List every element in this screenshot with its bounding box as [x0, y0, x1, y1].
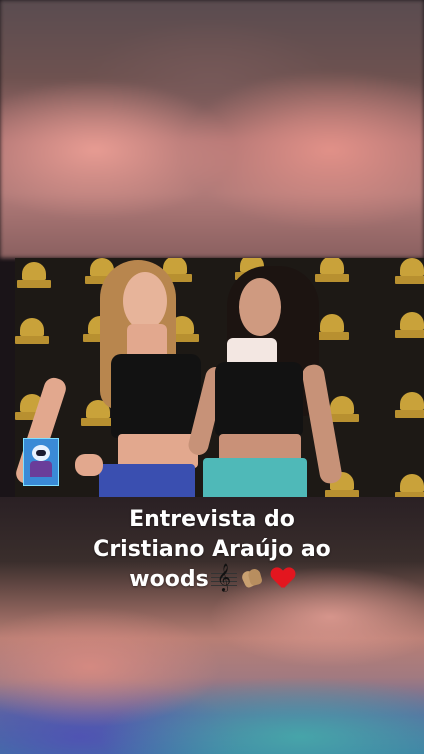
- video-frame[interactable]: [15, 258, 424, 497]
- caption-line-3: woods 𝄞: [0, 565, 424, 595]
- red-heart-icon: [271, 567, 295, 589]
- person-right: [15, 258, 424, 497]
- caption-line-3-text: woods: [129, 567, 209, 592]
- caption-line-2: Cristiano Araújo ao: [93, 537, 331, 562]
- clapping-hands-icon: [239, 567, 263, 589]
- story-viewer[interactable]: Entrevista do Cristiano Araújo ao woods 𝄞: [0, 0, 424, 754]
- music-score-icon: 𝄞: [210, 565, 237, 589]
- astronaut-watermark-icon: [23, 438, 59, 486]
- story-caption: Entrevista do Cristiano Araújo ao woods 𝄞: [0, 505, 424, 595]
- blurred-background-top: [0, 0, 424, 258]
- caption-line-1: Entrevista do: [129, 507, 295, 532]
